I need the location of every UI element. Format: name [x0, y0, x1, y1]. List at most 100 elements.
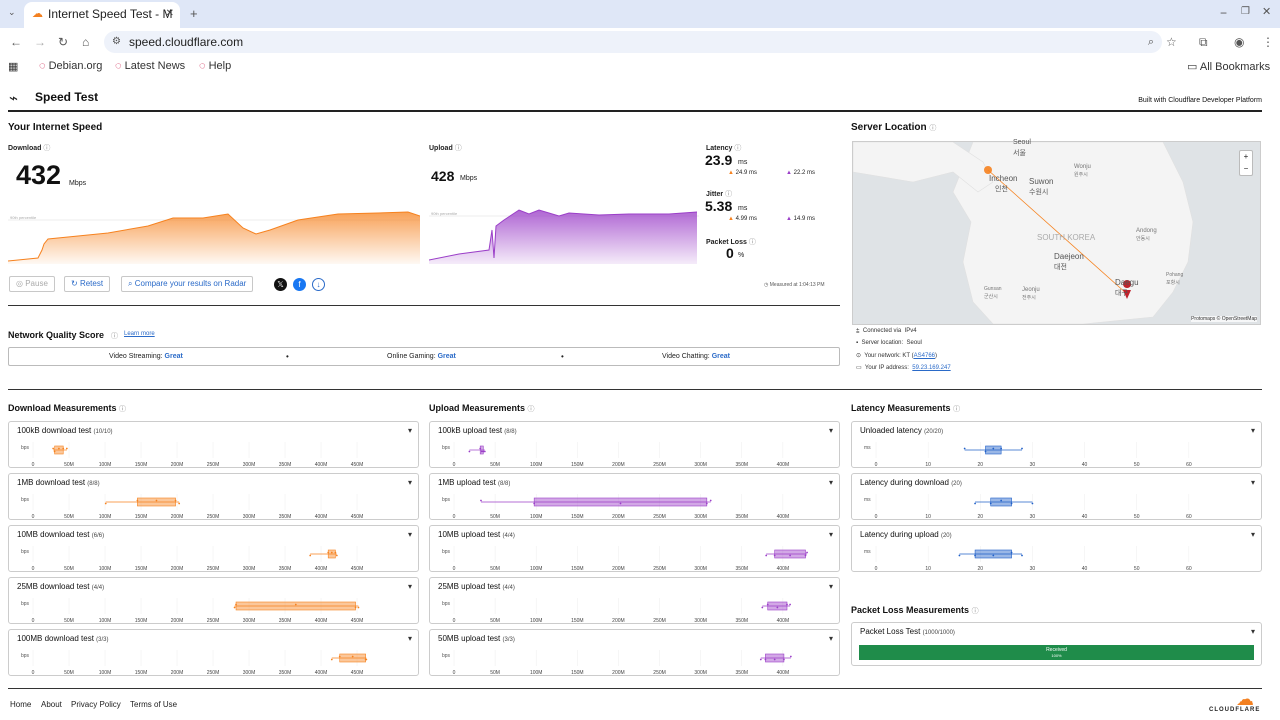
download-results-icon[interactable]: ↓ [312, 278, 325, 291]
sample-point [786, 604, 788, 606]
bookmark-latest-news[interactable]: ◌ Latest News [115, 60, 185, 72]
latency-test-card[interactable]: Unloaded latency (20/20) ▾ ms 0 10 20 30 40 50 60 [851, 421, 1262, 468]
server-location-title: Server Location ⓘ [851, 122, 936, 133]
sample-point [765, 659, 767, 661]
forward-icon[interactable]: → [34, 36, 46, 48]
sample-point [58, 448, 60, 450]
jitter-down: ▲ 4.99 ms [728, 216, 757, 222]
tick-label: 20 [978, 462, 984, 468]
tick-label: 150M [135, 618, 148, 624]
facebook-share-icon[interactable]: f [293, 278, 306, 291]
axis-unit: bps [21, 653, 29, 659]
chevron-down-icon[interactable]: ▾ [829, 478, 833, 487]
sample-point [481, 451, 483, 453]
new-tab-icon[interactable]: + [190, 7, 198, 20]
compare-radar-button[interactable]: ⌕ Compare your results on Radar [121, 276, 253, 292]
latency-test-card[interactable]: Latency during download (20) ▾ ms 0 10 20 30 40… [851, 473, 1262, 520]
footer-about-link[interactable]: About [41, 700, 62, 709]
tick-label: 300M [694, 566, 707, 572]
zoom-in-button[interactable]: + [1240, 151, 1252, 163]
chevron-down-icon[interactable]: ▾ [1251, 478, 1255, 487]
home-icon[interactable]: ⌂ [82, 36, 89, 48]
close-tab-icon[interactable]: ✕ [166, 2, 174, 26]
tick-label: 150M [135, 462, 148, 468]
ip-row: ▭ Your IP address: 59.23.169.247 [856, 364, 951, 371]
chevron-down-icon[interactable]: ▾ [1251, 530, 1255, 539]
download-test-card[interactable]: 25MB download test (4/4) ▾ bps 0 50M 100M 150M… [8, 577, 419, 624]
chevron-down-icon[interactable]: ▾ [829, 634, 833, 643]
packet-loss-card[interactable]: Packet Loss Test (1000/1000) ▾ Received 1… [851, 622, 1262, 666]
sample-point [1021, 555, 1023, 557]
reload-icon[interactable]: ↻ [58, 36, 68, 48]
chevron-down-icon[interactable]: ▾ [408, 530, 412, 539]
tick-label: 250M [653, 514, 666, 520]
tick-label: 50 [1134, 514, 1140, 520]
download-arrow-icon: ▲ [728, 170, 734, 176]
address-bar[interactable]: ⚙ speed.cloudflare.com ⌕ [104, 31, 1162, 53]
tab-list-chevron-icon[interactable]: ⌄ [8, 8, 16, 17]
close-window-icon[interactable]: ✕ [1262, 7, 1271, 18]
chevron-down-icon[interactable]: ▾ [829, 582, 833, 591]
chevron-down-icon[interactable]: ▾ [408, 426, 412, 435]
site-info-icon[interactable]: ⚙ [112, 31, 121, 53]
restore-icon[interactable]: ❐ [1241, 7, 1250, 17]
upload-test-card[interactable]: 25MB upload test (4/4) ▾ bps 0 50M 100M 150M 20… [429, 577, 840, 624]
chevron-down-icon[interactable]: ▾ [408, 582, 412, 591]
speed-divider [8, 305, 840, 306]
pause-button[interactable]: ◎ Pause [9, 276, 55, 292]
server-map[interactable]: Seoul 서울 Incheon 인천 Suwon 수원시 Wonju 원주시 … [852, 141, 1261, 325]
footer-divider [8, 688, 1262, 689]
tick-label: 400M [315, 566, 328, 572]
browser-tab[interactable]: ☁ Internet Speed Test - M ✕ [24, 2, 180, 28]
download-test-card[interactable]: 100MB download test (3/3) ▾ bps 0 50M 100M 150… [8, 629, 419, 676]
footer-terms-link[interactable]: Terms of Use [130, 700, 177, 709]
tick-label: 300M [243, 670, 256, 676]
minimize-icon[interactable]: − [1220, 7, 1227, 19]
download-test-boxplot: 0 50M 100M 150M 200M 250M 300M 350M 400M 450M [29, 596, 409, 624]
sample-point [706, 503, 708, 505]
all-bookmarks[interactable]: ▭ All Bookmarks [1187, 60, 1270, 73]
profile-icon[interactable]: ◉ [1234, 36, 1244, 48]
bookmark-help[interactable]: ◌ Help [199, 60, 231, 72]
browser-tab-bar: ⌄ ☁ Internet Speed Test - M ✕ + − ❐ ✕ [0, 0, 1280, 28]
bookmark-debian[interactable]: ◌ Debian.org [39, 60, 102, 72]
chevron-down-icon[interactable]: ▾ [829, 530, 833, 539]
download-test-card-title: 1MB download test (8/8) [17, 478, 100, 487]
asn-link[interactable]: AS4766 [914, 353, 935, 359]
tick-label: 350M [736, 462, 749, 468]
download-test-card[interactable]: 10MB download test (6/6) ▾ bps 0 50M 100M 150M… [8, 525, 419, 572]
tick-label: 300M [694, 618, 707, 624]
footer-home-link[interactable]: Home [10, 700, 31, 709]
back-icon[interactable]: ← [10, 36, 22, 48]
zoom-out-button[interactable]: − [1240, 163, 1252, 175]
download-test-card[interactable]: 100kB download test (10/10) ▾ bps 0 50M 100M 1… [8, 421, 419, 468]
measured-at: ◷ Measured at 1:04:13 PM [764, 282, 825, 288]
upload-test-card[interactable]: 1MB upload test (8/8) ▾ bps 0 50M 100M 150M 200… [429, 473, 840, 520]
upload-test-card[interactable]: 50MB upload test (3/3) ▾ bps 0 50M 100M 150M 20… [429, 629, 840, 676]
zoom-icon[interactable]: ⌕ [1148, 31, 1154, 53]
chevron-down-icon[interactable]: ▾ [1251, 426, 1255, 435]
download-test-card[interactable]: 1MB download test (8/8) ▾ bps 0 50M 100M 150M 2… [8, 473, 419, 520]
chevron-down-icon[interactable]: ▾ [408, 478, 412, 487]
tick-label: 350M [736, 514, 749, 520]
chevron-down-icon[interactable]: ▾ [1251, 627, 1255, 636]
chevron-down-icon[interactable]: ▾ [829, 426, 833, 435]
x-share-icon[interactable]: 𝕏 [274, 278, 287, 291]
upload-test-card[interactable]: 10MB upload test (4/4) ▾ bps 0 50M 100M 150M 20… [429, 525, 840, 572]
tick-label: 0 [32, 462, 35, 468]
latency-test-card[interactable]: Latency during upload (20) ▾ ms 0 10 20 30 40 50… [851, 525, 1262, 572]
upload-test-card[interactable]: 100kB upload test (8/8) ▾ bps 0 50M 100M 150M 2… [429, 421, 840, 468]
menu-icon[interactable]: ⋮ [1262, 36, 1274, 48]
retest-button[interactable]: ↻ Retest [64, 276, 110, 292]
apps-icon[interactable]: ▦ [8, 60, 18, 73]
chevron-down-icon[interactable]: ▾ [408, 634, 412, 643]
tick-label: 0 [453, 566, 456, 572]
bookmark-star-icon[interactable]: ☆ [1166, 36, 1177, 48]
ip-link[interactable]: 59.23.169.247 [912, 365, 950, 371]
learn-more-link[interactable]: Learn more [124, 331, 155, 337]
latency-test-card-title: Latency during download (20) [860, 478, 962, 487]
sample-point [309, 555, 311, 557]
received-label: Received 100% [859, 647, 1254, 659]
footer-privacy-link[interactable]: Privacy Policy [71, 700, 121, 709]
extensions-icon[interactable]: ⧉ [1199, 36, 1208, 48]
